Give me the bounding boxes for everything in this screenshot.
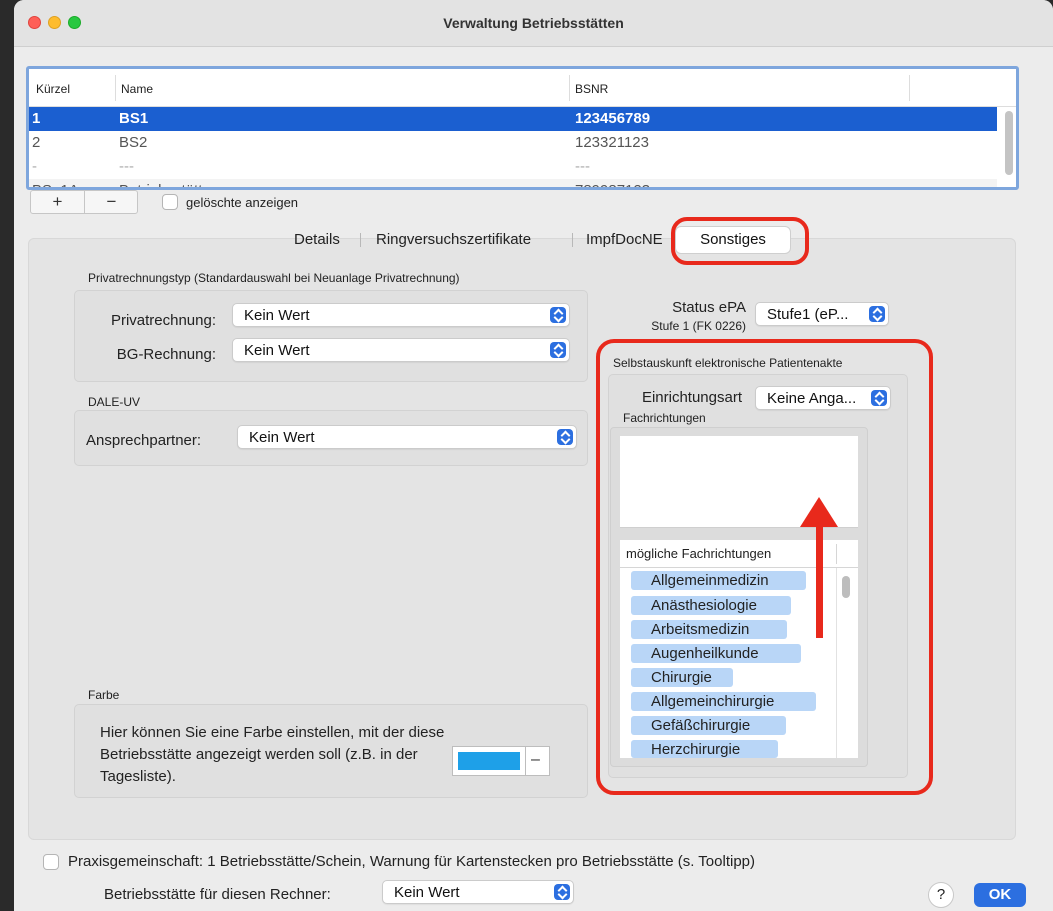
- cell-name: ---: [119, 158, 134, 175]
- farbe-help-text: Hier können Sie eine Farbe einstellen, m…: [100, 724, 445, 785]
- praxisgemeinschaft-label: Praxisgemeinschaft: 1 Betriebsstätte/Sch…: [68, 853, 756, 870]
- privatrechnung-value: Kein Wert: [244, 307, 310, 324]
- table-scrollbar[interactable]: [1005, 111, 1013, 175]
- remove-button[interactable]: −: [85, 191, 138, 213]
- cell-bsnr: 123321123: [575, 134, 649, 151]
- show-deleted-label: gelöschte anzeigen: [186, 195, 299, 210]
- chevron-updown-icon: [557, 429, 573, 445]
- cell-bsnr: 123456789: [575, 110, 651, 127]
- cell-kuerzel: 1: [32, 110, 41, 127]
- bg-rechnung-select[interactable]: Kein Wert: [232, 338, 570, 362]
- annotation-oval-selbstauskunft: [596, 339, 933, 795]
- status-epa-label: Status ePA: [672, 299, 746, 316]
- cell-kuerzel: -: [32, 158, 37, 175]
- ansprechpartner-value: Kein Wert: [249, 429, 315, 446]
- tab-details[interactable]: Details: [294, 227, 340, 253]
- chevron-updown-icon: [550, 342, 566, 358]
- annotation-arrow-up-icon: [800, 497, 838, 527]
- rechner-label: Betriebsstätte für diesen Rechner:: [104, 886, 331, 903]
- help-button[interactable]: ?: [928, 882, 954, 908]
- dale-section-title: DALE-UV: [88, 395, 141, 409]
- window-title: Verwaltung Betriebsstätten: [443, 15, 624, 31]
- rechner-select[interactable]: Kein Wert: [382, 880, 574, 904]
- bg-rechnung-label: BG-Rechnung:: [116, 346, 216, 363]
- column-header-name[interactable]: Name: [121, 82, 153, 96]
- annotation-arrow-shaft: [816, 520, 823, 638]
- table-row[interactable]: 2 BS2 123321123: [29, 131, 997, 155]
- add-remove-control: + −: [30, 190, 138, 214]
- annotation-oval-tab: [671, 217, 809, 265]
- clear-color-button[interactable]: –: [531, 751, 540, 769]
- add-button[interactable]: +: [31, 191, 84, 213]
- show-deleted-checkbox[interactable]: [162, 194, 178, 210]
- status-epa-value: Stufe1 (eP...: [767, 306, 849, 323]
- table-row[interactable]: BS_1Aa Betriebsstätte 789987123: [29, 179, 997, 187]
- betriebsstaetten-table[interactable]: Kürzel Name BSNR 1 BS1 123456789 2 BS2 1…: [26, 66, 1019, 190]
- color-well[interactable]: –: [452, 746, 550, 776]
- chevron-updown-icon: [869, 306, 885, 322]
- privatrechnung-label: Privatrechnung:: [110, 312, 216, 329]
- praxisgemeinschaft-checkbox[interactable]: [43, 854, 59, 870]
- tab-impfdocne[interactable]: ImpfDocNE: [586, 227, 663, 253]
- cell-bsnr: 789987123: [575, 182, 650, 187]
- ansprechpartner-select[interactable]: Kein Wert: [237, 425, 577, 449]
- column-header-bsnr[interactable]: BSNR: [575, 82, 608, 96]
- ansprechpartner-label: Ansprechpartner:: [86, 432, 202, 449]
- cell-name: BS1: [119, 110, 149, 127]
- status-epa-select[interactable]: Stufe1 (eP...: [755, 302, 889, 326]
- color-swatch[interactable]: [458, 752, 520, 770]
- chevron-updown-icon: [550, 307, 566, 323]
- table-row[interactable]: - --- ---: [29, 155, 997, 179]
- cell-bsnr: ---: [575, 158, 590, 175]
- cell-name: Betriebsstätte: [119, 182, 211, 187]
- cell-name: BS2: [119, 134, 148, 151]
- tab-ringversuchszertifikate[interactable]: Ringversuchszertifikate: [376, 227, 531, 253]
- farbe-section-title: Farbe: [88, 688, 120, 702]
- titlebar: Verwaltung Betriebsstätten: [14, 0, 1053, 47]
- status-epa-sublabel: Stufe 1 (FK 0226): [651, 319, 746, 333]
- privat-section-title: Privatrechnungstyp (Standardauswahl bei …: [88, 271, 460, 285]
- table-header: Kürzel Name BSNR: [29, 69, 1016, 107]
- ok-button[interactable]: OK: [974, 883, 1026, 907]
- bg-rechnung-value: Kein Wert: [244, 342, 310, 359]
- column-header-kuerzel[interactable]: Kürzel: [36, 82, 70, 96]
- cell-kuerzel: BS_1Aa: [32, 182, 87, 187]
- cell-kuerzel: 2: [32, 134, 41, 151]
- rechner-value: Kein Wert: [394, 884, 460, 901]
- privatrechnung-select[interactable]: Kein Wert: [232, 303, 570, 327]
- chevron-updown-icon: [554, 884, 570, 900]
- table-row[interactable]: 1 BS1 123456789: [29, 107, 997, 131]
